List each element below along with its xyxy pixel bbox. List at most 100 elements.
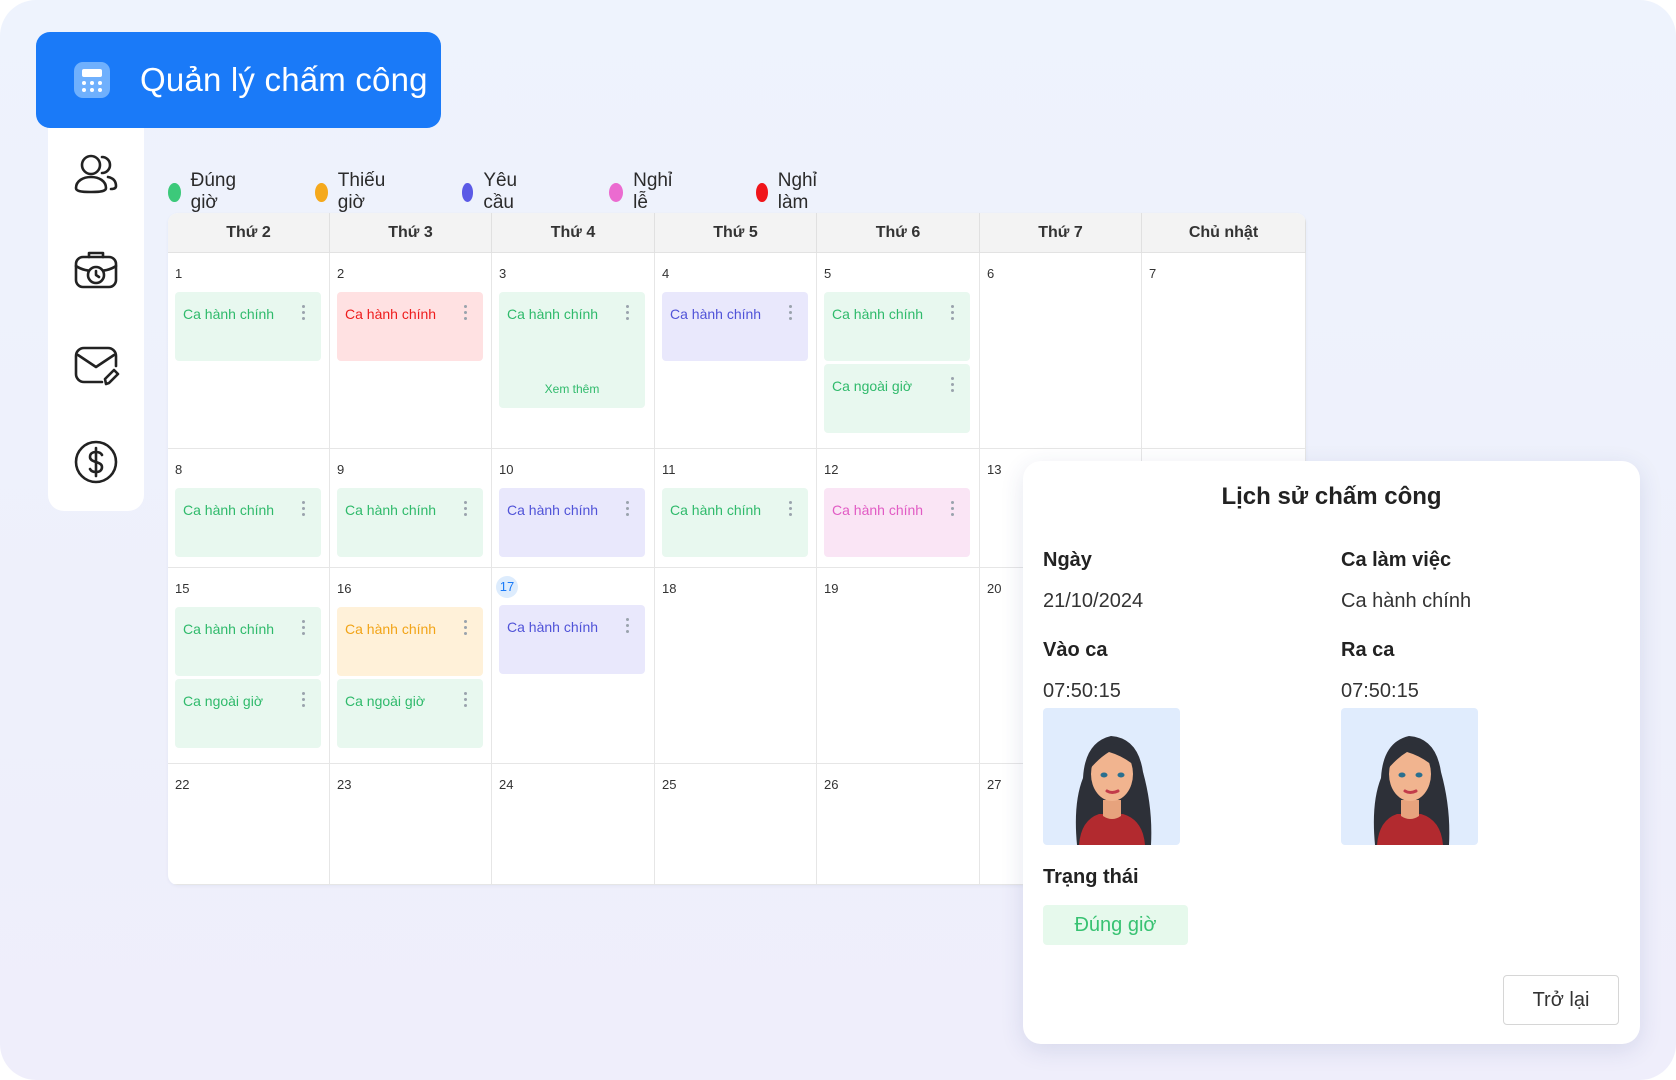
more-options-icon[interactable]	[789, 305, 793, 323]
calendar-day-cell[interactable]: 15 Ca hành chính Ca ngoài giờ	[168, 568, 330, 764]
more-options-icon[interactable]	[302, 305, 306, 323]
more-options-icon[interactable]	[464, 692, 468, 710]
legend-item-short-hours: Thiếu giờ	[315, 170, 392, 214]
more-options-icon[interactable]	[626, 618, 630, 636]
calendar-day-cell[interactable]: 25	[655, 764, 817, 885]
shift-card[interactable]: Ca hành chính	[175, 488, 321, 557]
calendar-day-cell[interactable]: 18	[655, 568, 817, 764]
more-options-icon[interactable]	[951, 501, 955, 519]
more-options-icon[interactable]	[626, 501, 630, 519]
dollar-icon[interactable]	[72, 438, 120, 486]
calendar-day-cell[interactable]: 1 Ca hành chính	[168, 253, 330, 449]
calendar-day-cell[interactable]: 4 Ca hành chính	[655, 253, 817, 449]
back-button[interactable]: Trở lại	[1503, 975, 1619, 1025]
mail-edit-icon[interactable]	[72, 342, 120, 390]
shift-label: Ca hành chính	[507, 619, 599, 635]
more-options-icon[interactable]	[626, 305, 630, 323]
legend-item-absent: Nghỉ làm	[756, 170, 824, 214]
more-options-icon[interactable]	[302, 692, 306, 710]
date-number: 3	[499, 266, 507, 281]
calendar-day-cell[interactable]: 2 Ca hành chính	[330, 253, 492, 449]
more-options-icon[interactable]	[951, 377, 955, 395]
status-badge: Đúng giờ	[1043, 905, 1188, 945]
more-options-icon[interactable]	[464, 501, 468, 519]
panel-title: Lịch sử chấm công	[1221, 483, 1442, 510]
more-options-icon[interactable]	[464, 305, 468, 323]
status-label: Trạng thái	[1043, 866, 1139, 888]
date-number: 22	[175, 777, 190, 792]
shift-label: Ca hành chính	[670, 306, 762, 322]
shift-card[interactable]: Ca ngoài giờ	[824, 364, 970, 433]
shift-card[interactable]: Ca ngoài giờ	[337, 679, 483, 748]
calendar-day-cell[interactable]: 23	[330, 764, 492, 885]
checkin-label: Vào ca	[1043, 639, 1108, 661]
shift-label: Ca hành chính	[832, 306, 924, 322]
shift-card[interactable]: Ca hành chính	[499, 488, 645, 557]
shift-card[interactable]: Ca hành chính	[824, 488, 970, 557]
more-options-icon[interactable]	[302, 620, 306, 638]
shift-label: Ca hành chính	[345, 306, 437, 322]
shift-card[interactable]: Ca hành chính	[499, 605, 645, 674]
more-options-icon[interactable]	[951, 305, 955, 323]
calendar-day-cell[interactable]: 16 Ca hành chính Ca ngoài giờ	[330, 568, 492, 764]
weekday-header: Thứ 3	[330, 213, 492, 253]
date-number: 2	[337, 266, 345, 281]
date-number: 16	[337, 581, 352, 596]
shift-label: Ca hành chính	[345, 621, 437, 637]
calendar-day-cell[interactable]: 8 Ca hành chính	[168, 449, 330, 568]
see-more-link[interactable]: Xem thêm	[499, 382, 645, 396]
shift-card[interactable]: Ca hành chính	[824, 292, 970, 361]
legend-item-holiday: Nghỉ lễ	[609, 170, 677, 214]
weekday-header: Thứ 2	[168, 213, 330, 253]
app-header: Quản lý chấm công	[36, 32, 441, 128]
legend-dot	[315, 182, 328, 202]
shift-card[interactable]: Ca hành chính	[337, 488, 483, 557]
calendar-day-cell[interactable]: 9 Ca hành chính	[330, 449, 492, 568]
shift-label: Ca hành chính	[345, 502, 437, 518]
shift-card[interactable]: Ca hành chính	[337, 607, 483, 676]
date-number: 8	[175, 462, 183, 477]
date-number: 27	[987, 777, 1002, 792]
calendar-day-cell[interactable]: 3 Ca hành chính Xem thêm	[492, 253, 655, 449]
calendar-day-cell[interactable]: 22	[168, 764, 330, 885]
date-number: 15	[175, 581, 190, 596]
briefcase-clock-icon[interactable]	[72, 246, 120, 294]
calculator-icon	[74, 62, 110, 98]
calendar-day-cell[interactable]: 7	[1142, 253, 1306, 449]
calendar-day-cell[interactable]: 26	[817, 764, 980, 885]
shift-label: Ca ngoài giờ	[832, 378, 913, 394]
more-options-icon[interactable]	[789, 501, 793, 519]
users-icon[interactable]	[72, 150, 120, 198]
date-number: 6	[987, 266, 995, 281]
date-number: 18	[662, 581, 677, 596]
legend-label: Nghỉ làm	[777, 170, 817, 213]
date-number: 25	[662, 777, 677, 792]
more-options-icon[interactable]	[464, 620, 468, 638]
calendar-day-cell[interactable]: 19	[817, 568, 980, 764]
legend-item-request: Yêu cầu	[462, 170, 525, 214]
shift-card[interactable]: Ca hành chính	[175, 607, 321, 676]
shift-card[interactable]: Ca hành chính Xem thêm	[499, 292, 645, 408]
date-number: 4	[662, 266, 670, 281]
weekday-header: Thứ 4	[492, 213, 655, 253]
more-options-icon[interactable]	[302, 501, 306, 519]
sidebar	[48, 128, 144, 511]
shift-card[interactable]: Ca hành chính	[662, 292, 808, 361]
shift-label: Ca hành chính	[832, 502, 924, 518]
legend-item-on-time: Đúng giờ	[168, 170, 242, 214]
calendar-day-cell[interactable]: 24	[492, 764, 655, 885]
shift-card[interactable]: Ca hành chính	[175, 292, 321, 361]
calendar-day-cell[interactable]: 5 Ca hành chính Ca ngoài giờ	[817, 253, 980, 449]
calendar-day-cell[interactable]: 17 Ca hành chính	[492, 568, 655, 764]
date-number: 23	[337, 777, 352, 792]
shift-card[interactable]: Ca ngoài giờ	[175, 679, 321, 748]
calendar-day-cell[interactable]: 12 Ca hành chính	[817, 449, 980, 568]
calendar-day-cell[interactable]: 6	[980, 253, 1142, 449]
shift-label: Ca làm việc	[1341, 549, 1452, 571]
weekday-header: Thứ 5	[655, 213, 817, 253]
shift-card[interactable]: Ca hành chính	[662, 488, 808, 557]
calendar-day-cell[interactable]: 10 Ca hành chính	[492, 449, 655, 568]
date-number: 7	[1149, 266, 1157, 281]
calendar-day-cell[interactable]: 11 Ca hành chính	[655, 449, 817, 568]
shift-card[interactable]: Ca hành chính	[337, 292, 483, 361]
